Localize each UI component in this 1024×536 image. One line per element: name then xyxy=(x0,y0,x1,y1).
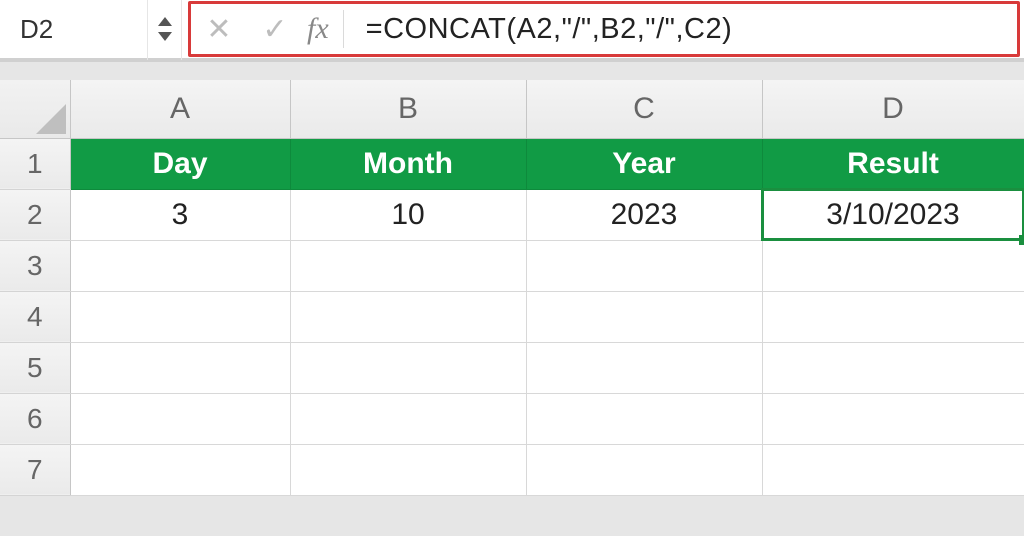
cell-C2[interactable]: 2023 xyxy=(526,189,762,240)
row-header-6[interactable]: 6 xyxy=(0,393,70,444)
cell-B1[interactable]: Month xyxy=(290,138,526,189)
cell-A2[interactable]: 3 xyxy=(70,189,290,240)
cell-B4[interactable] xyxy=(290,291,526,342)
cell-A1[interactable]: Day xyxy=(70,138,290,189)
row-header-7[interactable]: 7 xyxy=(0,444,70,495)
row-header-4[interactable]: 4 xyxy=(0,291,70,342)
name-box[interactable]: D2 xyxy=(0,0,148,60)
cell-B5[interactable] xyxy=(290,342,526,393)
col-header-C[interactable]: C xyxy=(526,80,762,138)
cancel-icon[interactable] xyxy=(191,4,247,54)
cell-C5[interactable] xyxy=(526,342,762,393)
name-box-spinner[interactable] xyxy=(148,0,182,60)
col-header-B[interactable]: B xyxy=(290,80,526,138)
formula-bar-highlight: fx =CONCAT(A2,"/",B2,"/",C2) xyxy=(188,1,1020,57)
cell-B6[interactable] xyxy=(290,393,526,444)
row-header-3[interactable]: 3 xyxy=(0,240,70,291)
cell-D5[interactable] xyxy=(762,342,1024,393)
select-all-corner[interactable] xyxy=(0,80,70,138)
cell-D7[interactable] xyxy=(762,444,1024,495)
cell-C3[interactable] xyxy=(526,240,762,291)
cell-B3[interactable] xyxy=(290,240,526,291)
spinner-up-icon[interactable] xyxy=(158,17,172,26)
cell-B7[interactable] xyxy=(290,444,526,495)
row-header-5[interactable]: 5 xyxy=(0,342,70,393)
cell-D6[interactable] xyxy=(762,393,1024,444)
formula-input[interactable]: =CONCAT(A2,"/",B2,"/",C2) xyxy=(348,13,733,46)
spinner-down-icon[interactable] xyxy=(158,32,172,41)
cell-C7[interactable] xyxy=(526,444,762,495)
row-header-1[interactable]: 1 xyxy=(0,138,70,189)
formula-bar: D2 fx =CONCAT(A2,"/",B2,"/",C2) xyxy=(0,0,1024,62)
cell-A6[interactable] xyxy=(70,393,290,444)
cell-C1[interactable]: Year xyxy=(526,138,762,189)
col-header-A[interactable]: A xyxy=(70,80,290,138)
cell-A4[interactable] xyxy=(70,291,290,342)
cell-A5[interactable] xyxy=(70,342,290,393)
formula-bar-divider xyxy=(343,10,344,48)
fx-icon[interactable]: fx xyxy=(303,12,339,46)
cell-D1[interactable]: Result xyxy=(762,138,1024,189)
cell-B2[interactable]: 10 xyxy=(290,189,526,240)
col-header-D[interactable]: D xyxy=(762,80,1024,138)
spreadsheet-grid[interactable]: A B C D 1 Day Month Year Result 2 3 10 2… xyxy=(0,80,1024,496)
cell-D2[interactable]: 3/10/2023 xyxy=(762,189,1024,240)
cell-D3[interactable] xyxy=(762,240,1024,291)
cell-A3[interactable] xyxy=(70,240,290,291)
cell-D4[interactable] xyxy=(762,291,1024,342)
cell-A7[interactable] xyxy=(70,444,290,495)
confirm-icon[interactable] xyxy=(247,4,303,54)
row-header-2[interactable]: 2 xyxy=(0,189,70,240)
cell-C6[interactable] xyxy=(526,393,762,444)
cell-C4[interactable] xyxy=(526,291,762,342)
